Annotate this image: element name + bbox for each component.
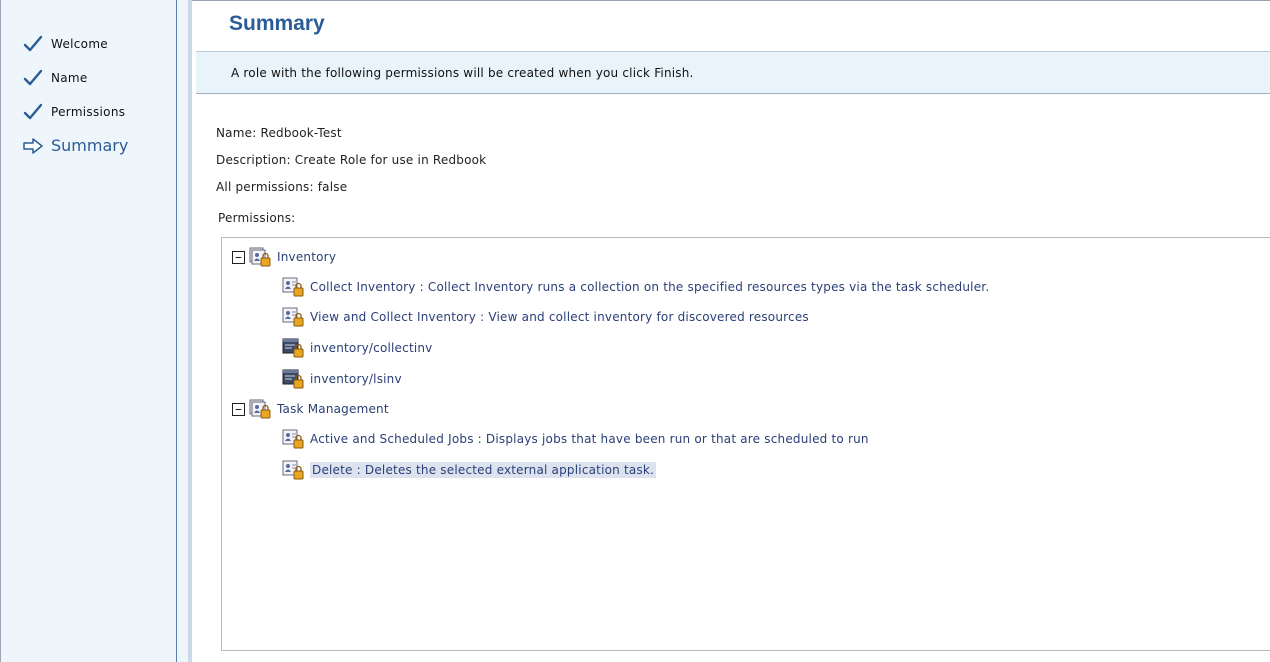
tree-item[interactable]: Active and Scheduled Jobs : Displays job… [282, 429, 869, 449]
tree-item-label: Collect Inventory : Collect Inventory ru… [310, 280, 990, 294]
checkmark-icon [23, 103, 43, 121]
role-name: Name: Redbook-Test [216, 126, 342, 140]
all-permissions: All permissions: false [216, 180, 348, 194]
checkmark-icon [23, 69, 43, 87]
collapse-toggle-icon[interactable]: − [232, 250, 245, 264]
step-name[interactable]: Name [23, 69, 88, 87]
tree-item[interactable]: Collect Inventory : Collect Inventory ru… [282, 277, 989, 297]
checkmark-icon [23, 35, 43, 53]
banner-text: A role with the following permissions wi… [231, 66, 694, 80]
tree-item-label: inventory/collectinv [310, 341, 433, 355]
tree-group-inventory[interactable]: − Inventory [232, 247, 336, 267]
role-group-icon [249, 247, 271, 267]
info-banner: A role with the following permissions wi… [196, 52, 1270, 94]
sidebar-divider [176, 0, 177, 662]
wizard-steps-sidebar: Welcome Name Permissions Summary [1, 0, 192, 662]
command-permission-icon [282, 338, 304, 358]
tree-item[interactable]: inventory/lsinv [282, 369, 402, 389]
step-label: Welcome [51, 37, 108, 51]
role-permission-icon [282, 277, 304, 297]
step-label: Name [51, 71, 88, 85]
tree-item-label: View and Collect Inventory : View and co… [310, 310, 809, 324]
tree-item[interactable]: inventory/collectinv [282, 338, 433, 358]
tree-item[interactable]: View and Collect Inventory : View and co… [282, 307, 809, 327]
page-title: Summary [229, 12, 325, 35]
tree-group-task-management[interactable]: − Task Management [232, 399, 389, 419]
role-permission-icon [282, 307, 304, 327]
role-group-icon [249, 399, 271, 419]
step-permissions[interactable]: Permissions [23, 103, 125, 121]
arrow-right-icon [23, 137, 43, 155]
step-label: Summary [51, 136, 129, 155]
step-summary[interactable]: Summary [23, 136, 128, 155]
step-welcome[interactable]: Welcome [23, 35, 108, 53]
command-permission-icon [282, 369, 304, 389]
permissions-label: Permissions: [218, 211, 296, 225]
collapse-toggle-icon[interactable]: − [232, 402, 245, 416]
summary-panel: Summary A role with the following permis… [196, 0, 1270, 662]
tree-item-selected[interactable]: Delete : Deletes the selected external a… [282, 460, 657, 480]
tree-item-label: Delete : Deletes the selected external a… [310, 462, 657, 478]
tree-item-label: Active and Scheduled Jobs : Displays job… [310, 432, 869, 446]
role-permission-icon [282, 429, 304, 449]
permissions-tree[interactable]: − Inventory Collect Inventory : Collect … [221, 237, 1270, 651]
role-permission-icon [282, 460, 304, 480]
tree-item-label: inventory/lsinv [310, 372, 402, 386]
step-label: Permissions [51, 105, 126, 119]
tree-group-label: Task Management [277, 402, 389, 416]
tree-group-label: Inventory [277, 250, 337, 264]
role-description: Description: Create Role for use in Redb… [216, 153, 487, 167]
